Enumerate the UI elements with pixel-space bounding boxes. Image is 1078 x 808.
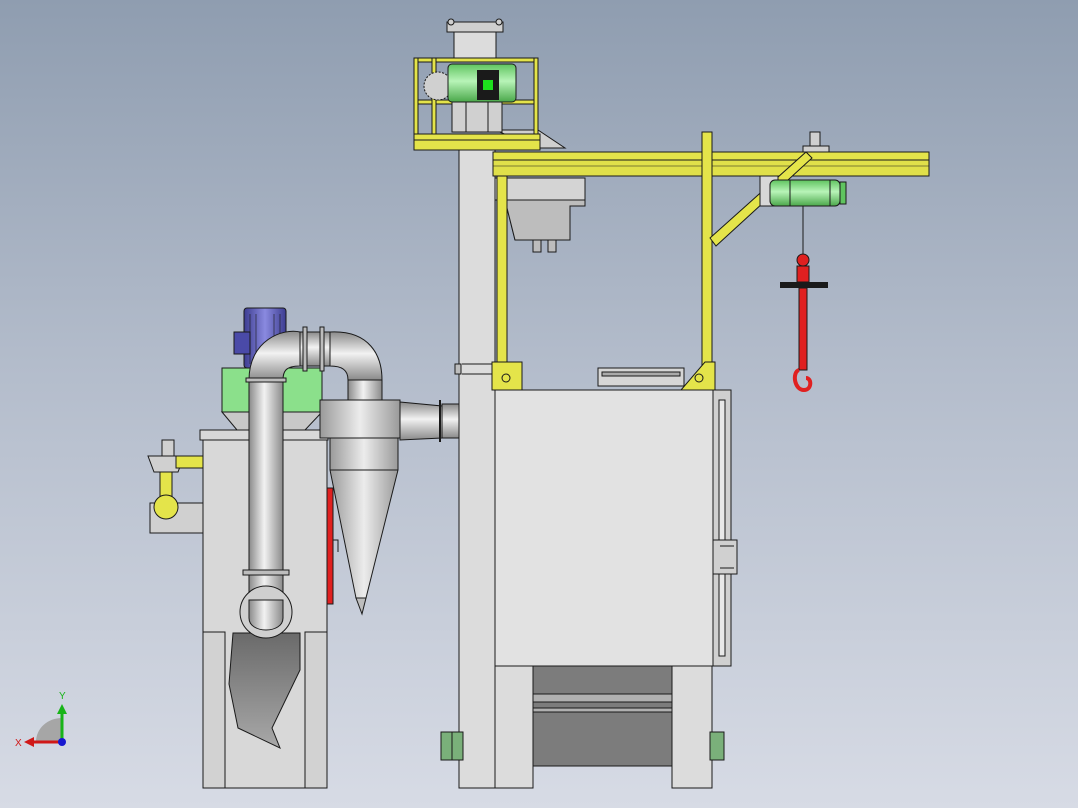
shot-blast-machine-drawing: Y X [15,18,930,789]
axis-triad: Y X [15,691,67,749]
cad-viewport[interactable]: Y X [0,0,1078,808]
chamber-base-hopper [532,665,673,767]
gantry-leg-left [496,175,508,373]
y-axis-label: Y [59,691,66,702]
drive-roller-right [709,731,725,761]
platform-deck [413,133,541,141]
monorail-gantry [491,131,930,391]
x-axis-label: X [15,738,22,749]
yellow-valve [153,494,179,520]
hook-shank [798,287,808,371]
cyclone-separator [319,399,461,616]
door-handle [712,539,738,575]
elevator-column [458,147,496,789]
electric-hoist [759,175,847,393]
cyclone-intake-duct [441,403,461,439]
cyclone-inlet-box [319,399,401,439]
exhaust-pipe-vertical [248,379,284,619]
cyclone-cone [329,437,399,599]
gantry-leg-right [701,131,713,373]
chamber-body [494,389,714,667]
z-axis-dot [58,738,66,746]
separator-hopper [504,199,586,241]
hook-crossbar [780,282,828,288]
red-hook [792,368,813,393]
